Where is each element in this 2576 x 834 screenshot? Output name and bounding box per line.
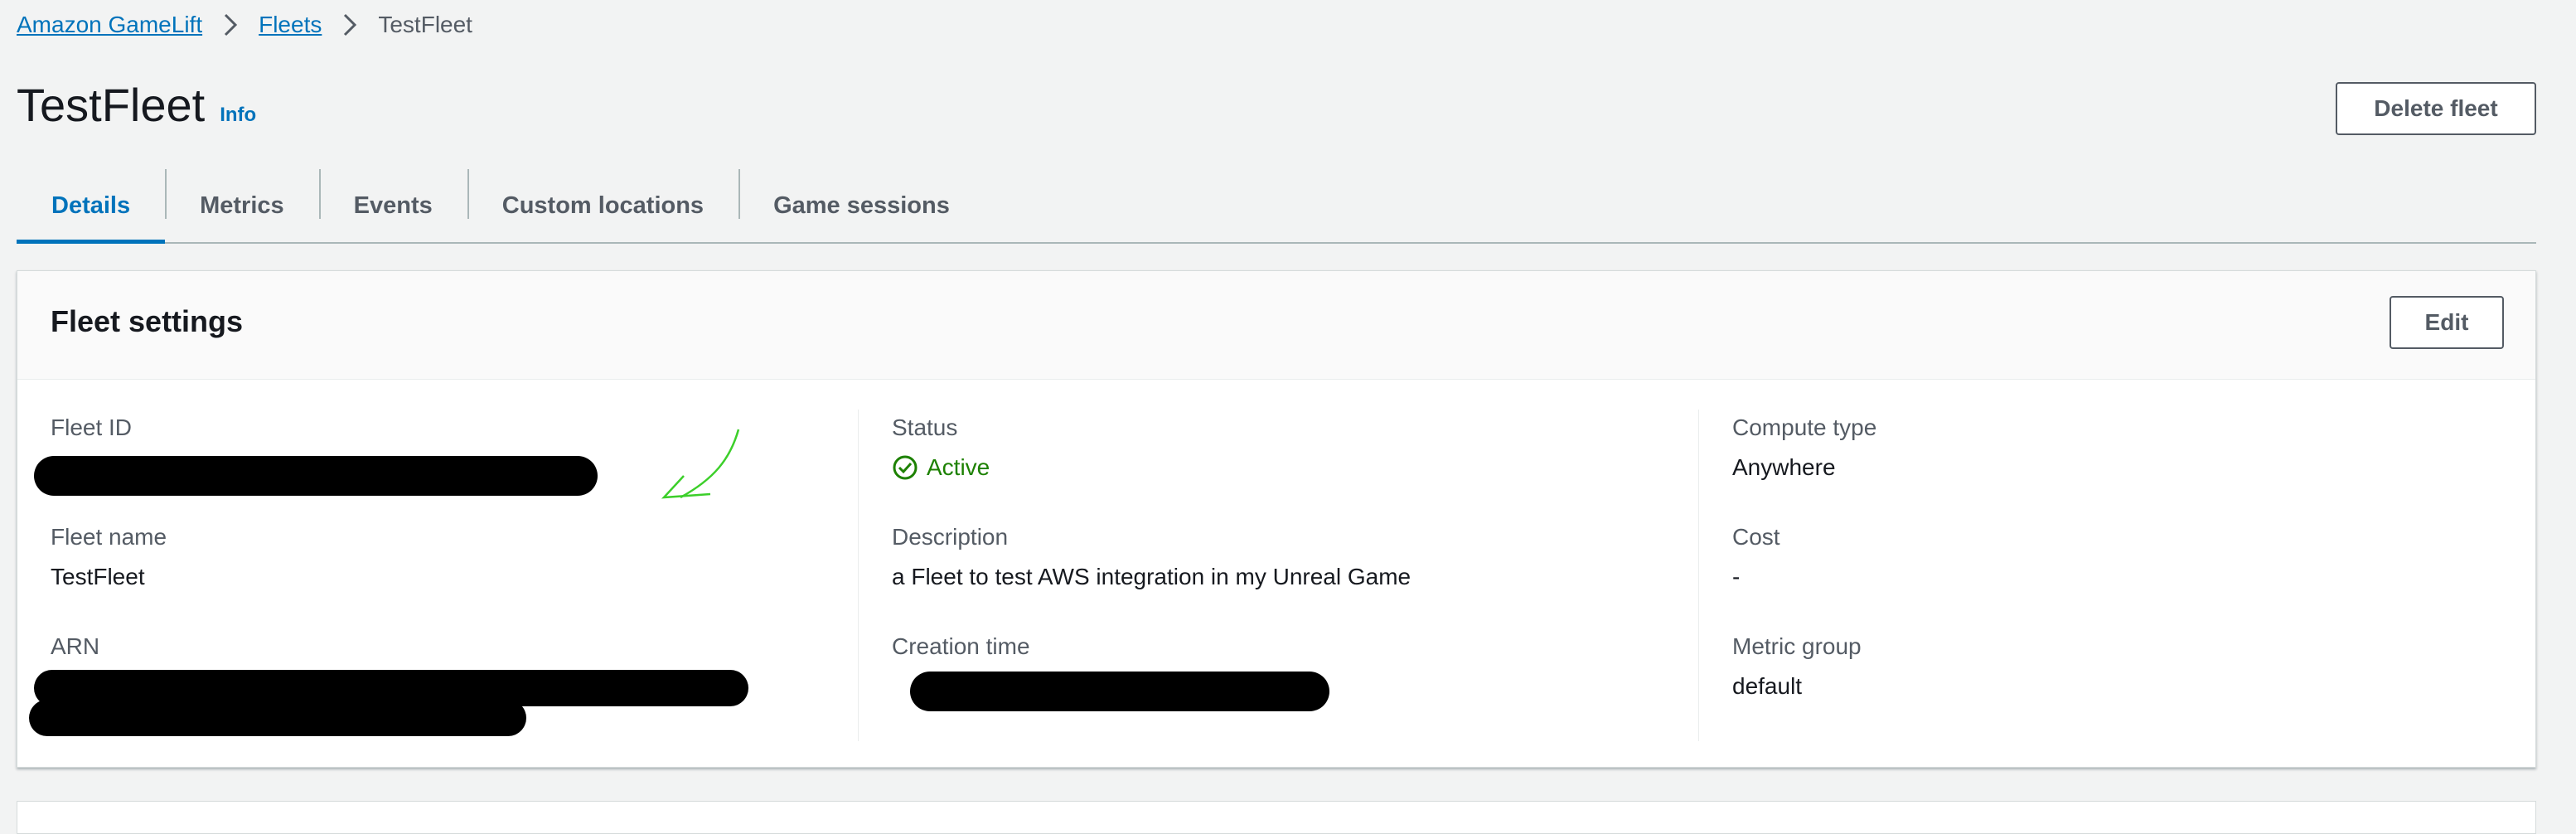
compute-type-label: Compute type	[1732, 415, 1877, 440]
column-2: Status Active Description a Fleet to tes…	[858, 410, 1698, 741]
metric-group-value: default	[1732, 673, 1803, 699]
page-title: TestFleet	[17, 79, 206, 131]
breadcrumb: Amazon GameLift Fleets TestFleet	[17, 8, 472, 41]
chevron-right-icon	[214, 8, 247, 41]
status-value: Active	[892, 453, 1698, 482]
field-cost: Cost -	[1732, 519, 2535, 628]
arn-label: ARN	[51, 633, 100, 659]
status-text: Active	[927, 454, 990, 480]
tab-details[interactable]: Details	[17, 169, 166, 244]
breadcrumb-fleets-link[interactable]: Fleets	[259, 12, 322, 38]
check-circle-icon	[893, 455, 918, 480]
column-1: Fleet ID Fleet name TestFleet ARN	[17, 410, 858, 741]
panel-header: Fleet settings Edit	[17, 271, 2535, 380]
tab-events[interactable]: Events	[318, 169, 467, 242]
field-compute-type: Compute type Anywhere	[1732, 410, 2535, 519]
redacted-fleet-id	[34, 456, 598, 496]
creation-time-label: Creation time	[892, 633, 1030, 659]
status-label: Status	[892, 415, 958, 440]
edit-button[interactable]: Edit	[2390, 296, 2504, 349]
tab-game-sessions[interactable]: Game sessions	[738, 169, 985, 242]
info-link[interactable]: Info	[220, 104, 256, 127]
description-label: Description	[892, 524, 1009, 550]
fleet-name-value: TestFleet	[51, 564, 145, 589]
compute-type-value: Anywhere	[1732, 454, 1836, 480]
breadcrumb-gamelift-link[interactable]: Amazon GameLift	[17, 12, 202, 38]
page-header: TestFleet Info	[17, 76, 256, 134]
fleet-settings-panel: Fleet settings Edit Fleet ID Fleet name …	[17, 270, 2536, 768]
cost-label: Cost	[1732, 524, 1780, 550]
breadcrumb-current: TestFleet	[378, 12, 472, 37]
chevron-right-icon	[333, 8, 366, 41]
description-value: a Fleet to test AWS integration in my Un…	[892, 564, 1411, 589]
field-fleet-name: Fleet name TestFleet	[51, 519, 858, 628]
delete-fleet-button[interactable]: Delete fleet	[2336, 82, 2536, 135]
tab-metrics[interactable]: Metrics	[165, 169, 319, 242]
field-fleet-id: Fleet ID	[34, 410, 858, 519]
field-arn: ARN	[29, 628, 858, 738]
field-description: Description a Fleet to test AWS integrat…	[892, 519, 1698, 628]
column-3: Compute type Anywhere Cost - Metric grou…	[1698, 410, 2535, 741]
annotation-arrow-icon	[647, 426, 747, 513]
field-creation-time: Creation time	[892, 628, 1698, 738]
fleet-name-label: Fleet name	[51, 524, 167, 550]
redacted-arn-line-2	[29, 700, 526, 736]
panel-body: Fleet ID Fleet name TestFleet ARN Status…	[17, 380, 2535, 769]
metric-group-label: Metric group	[1732, 633, 1862, 659]
redacted-creation-time	[910, 672, 1329, 711]
tab-custom-locations[interactable]: Custom locations	[467, 169, 738, 242]
cost-value: -	[1732, 564, 1741, 589]
tab-list: Details Metrics Events Custom locations …	[17, 169, 2536, 244]
panel-title: Fleet settings	[51, 304, 244, 338]
field-status: Status Active	[892, 410, 1698, 519]
next-panel-edge	[17, 801, 2536, 834]
field-metric-group: Metric group default	[1732, 628, 2535, 738]
